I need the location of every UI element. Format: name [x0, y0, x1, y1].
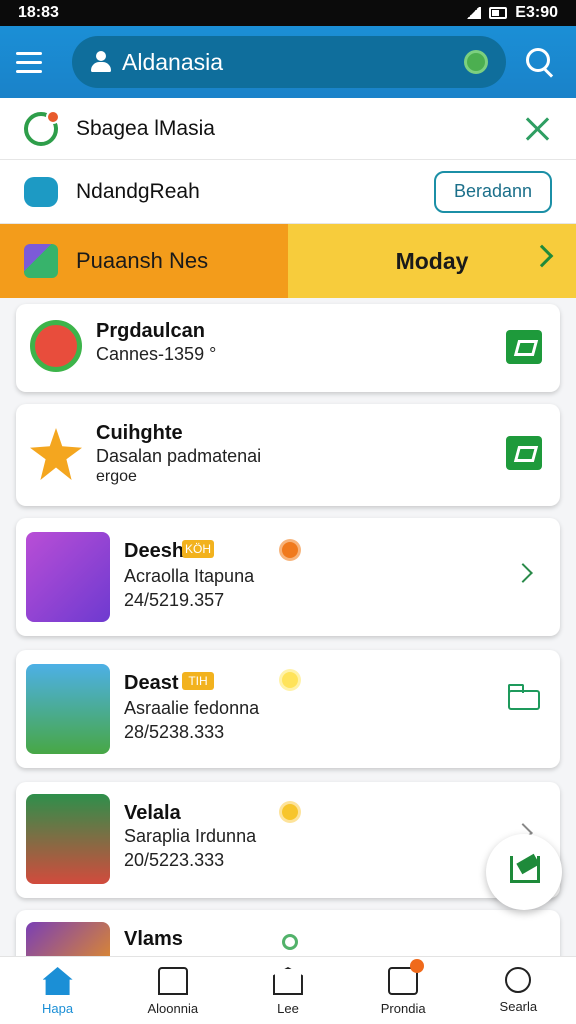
nav-item-box[interactable]: Lee — [230, 957, 345, 1024]
notification-text: Sbagea lMasia — [76, 116, 215, 140]
item-title: Prgdaulcan — [96, 320, 205, 342]
item-date: 28/5238.333 — [124, 722, 225, 742]
folder-icon[interactable] — [508, 684, 540, 710]
leaf-icon — [24, 109, 60, 146]
star-logo-icon — [30, 428, 82, 480]
status-indicators: E3:90 — [465, 4, 558, 22]
item-subtitle: Asraalie fedonna — [124, 698, 260, 718]
box-icon — [272, 967, 303, 995]
status-right-text: E3:90 — [515, 4, 558, 21]
nav-label: Lee — [277, 1001, 299, 1016]
item-thumbnail — [26, 794, 110, 884]
nav-label: Hapa — [42, 1001, 74, 1016]
profile-icon — [505, 967, 532, 993]
item-title: Deesh — [124, 540, 185, 562]
menu-icon[interactable] — [16, 42, 56, 82]
nav-label: Prondia — [380, 1001, 426, 1016]
promo-right: Moday — [288, 224, 576, 298]
item-title: Velala — [124, 802, 181, 824]
nav-label: Aloonnia — [147, 1001, 199, 1016]
nav-label: Searla — [499, 999, 538, 1014]
item-tag: KÖH — [182, 540, 214, 558]
search-icon[interactable] — [520, 42, 560, 82]
gear-icon — [282, 542, 298, 558]
item-tag: TIH — [182, 672, 214, 690]
item-date: 24/5219.357 — [124, 590, 225, 610]
notification-action-button[interactable]: Beradann — [434, 170, 552, 213]
app-logo-icon — [30, 320, 82, 372]
sun-icon — [282, 672, 298, 688]
item-title: Deast — [124, 672, 179, 694]
battery-icon — [489, 7, 508, 19]
item-subtitle: Dasalan padmatenai — [96, 446, 262, 466]
person-icon — [90, 51, 112, 73]
list-item[interactable]: Deast TIH Asraalie fedonna 28/5238.333 — [16, 650, 560, 768]
share-fab-button[interactable] — [486, 834, 562, 910]
item-date: 20/5223.333 — [124, 850, 225, 870]
message-icon — [388, 959, 425, 995]
shopping-bag-icon — [24, 244, 58, 278]
account-name: Aldanasia — [122, 48, 224, 75]
item-extra: ergoe — [96, 468, 137, 485]
list-item[interactable]: Velala Saraplia Irdunna 20/5223.333 — [16, 782, 560, 898]
nav-item-library[interactable]: Aloonnia — [115, 957, 230, 1024]
list-item[interactable]: Cuihghte Dasalan padmatenai ergoe — [16, 404, 560, 506]
item-subtitle: Saraplia Irdunna — [124, 826, 257, 846]
promo-day: Moday — [395, 247, 469, 274]
gear-icon — [282, 934, 298, 950]
item-title: Cuihghte — [96, 422, 183, 444]
edit-icon[interactable] — [506, 436, 542, 470]
notification-row[interactable]: Sbagea lMasia — [0, 98, 576, 160]
building-icon — [157, 967, 188, 995]
nav-item-profile[interactable]: Searla — [461, 957, 576, 1024]
list-item[interactable]: Prgdaulcan Cannes-1359 ° — [16, 304, 560, 392]
home-icon — [42, 967, 73, 995]
list-item[interactable]: Deesh KÖH Acraolla Itapuna 24/5219.357 — [16, 518, 560, 636]
item-thumbnail — [26, 532, 110, 622]
status-time: 18:83 — [18, 4, 59, 21]
item-thumbnail — [26, 664, 110, 754]
notification-text: NdandgReah — [76, 179, 200, 203]
account-switcher[interactable]: Aldanasia — [72, 36, 506, 88]
item-subtitle: Acraolla Itapuna — [124, 566, 255, 586]
sun-icon — [282, 804, 298, 820]
check-icon[interactable] — [506, 330, 542, 364]
online-status-icon — [464, 50, 488, 74]
status-bar: 18:83 E3:90 — [0, 0, 576, 26]
chevron-right-icon[interactable] — [513, 563, 533, 583]
bottom-navigation: Hapa Aloonnia Lee Prondia Searla — [0, 956, 576, 1024]
app-bar: Aldanasia — [0, 26, 576, 98]
item-title: Vlams — [124, 928, 183, 950]
promo-title: Puaansh Nes — [76, 248, 209, 273]
promo-banner[interactable]: Puaansh Nes Moday — [0, 224, 576, 298]
item-subtitle: Cannes-1359 ° — [96, 344, 217, 364]
chevron-right-icon[interactable] — [530, 244, 554, 268]
promo-left: Puaansh Nes — [0, 224, 288, 298]
notification-row[interactable]: NdandgReah Beradann — [0, 160, 576, 224]
nav-item-promo[interactable]: Prondia — [346, 957, 461, 1024]
badge-icon — [24, 176, 58, 207]
signal-icon — [465, 7, 482, 19]
nav-item-home[interactable]: Hapa — [0, 957, 115, 1024]
close-icon[interactable] — [522, 114, 552, 144]
